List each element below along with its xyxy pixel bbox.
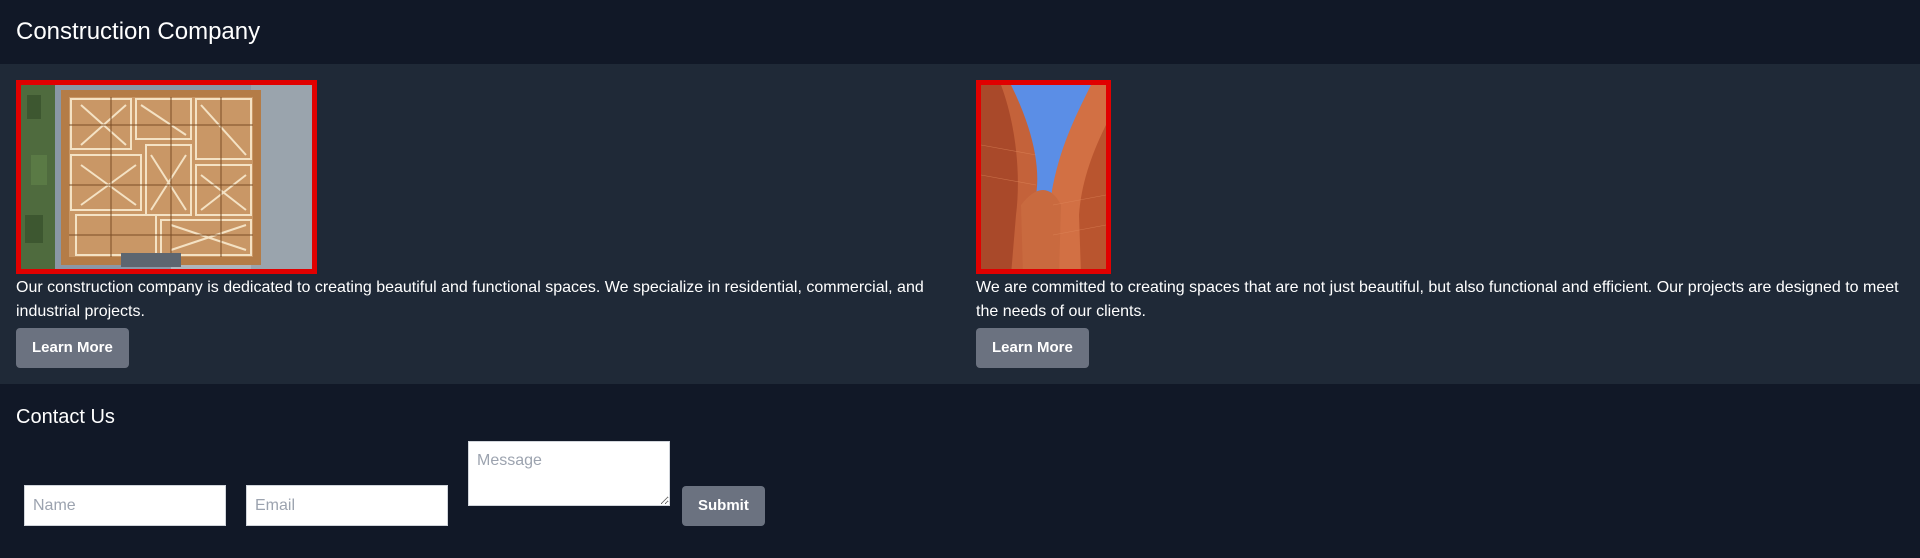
project-card: We are committed to creating spaces that…: [976, 80, 1904, 368]
framing-aerial-image: [16, 80, 317, 274]
contact-title: Contact Us: [16, 406, 115, 428]
project-card: Our construction company is dedicated to…: [16, 80, 976, 368]
learn-more-button[interactable]: Learn More: [16, 328, 129, 368]
email-input[interactable]: [246, 485, 448, 526]
site-header: Construction Company: [0, 0, 1920, 64]
curved-architecture-image: [976, 80, 1111, 274]
projects-section: Our construction company is dedicated to…: [0, 64, 1920, 384]
submit-button[interactable]: Submit: [682, 485, 765, 526]
message-textarea[interactable]: [468, 441, 670, 506]
site-title: Construction Company: [16, 18, 261, 45]
name-input[interactable]: [24, 485, 226, 526]
contact-section: Contact Us Submit: [0, 384, 1920, 542]
learn-more-button[interactable]: Learn More: [976, 328, 1089, 368]
project-description: We are committed to creating spaces that…: [976, 279, 1899, 320]
project-description: Our construction company is dedicated to…: [16, 279, 924, 320]
contact-form: Submit: [16, 441, 1904, 526]
